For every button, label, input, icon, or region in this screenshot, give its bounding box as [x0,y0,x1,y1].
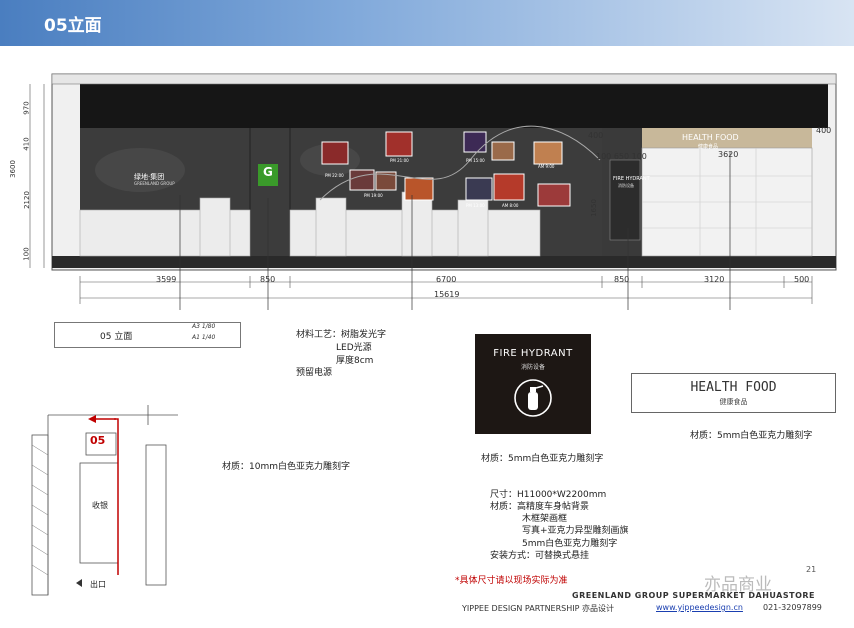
pm-label: PM 19:00 [364,193,383,198]
health-food-sub: 健康食品 [719,398,748,406]
fire-small: FIRE HYDRANT [613,176,650,182]
plan-exit: 出口 [90,580,106,589]
dim-850b: 850 [614,275,630,284]
spec-6: 安装方式：可替换式悬挂 [490,551,590,561]
dim-850a: 850 [260,275,276,284]
dim-total-height: 3600 [8,160,17,178]
health-food-title: HEALTH FOOD [690,380,777,395]
plan-label-05: 05 [90,434,106,447]
footer-line1: GREENLAND GROUP SUPERMARKET DAHUASTORE [572,591,816,600]
fire-small-sub: 消防设备 [618,183,634,188]
title-block-label: 05 立面 [100,332,133,342]
scale-a1: A1 1/40 [192,334,216,341]
material-process-3: 厚度8cm [336,356,374,366]
fire-hydrant-sub: 消防设备 [520,364,545,371]
dim-6700: 6700 [436,275,457,284]
dim-400a: 400 [588,131,604,140]
elevation-drawing [29,73,837,310]
dim-410: 410 [22,137,31,151]
pm-label: AM 9:00 [538,164,555,169]
material-left: 材质：10mm白色亚克力雕刻字 [222,462,350,472]
material-health: 材质：5mm白色亚克力雕刻字 [690,431,813,441]
pm-label: PM 15:00 [466,158,485,163]
page-number: 21 [806,565,817,574]
health-food-band-sub: 健康食品 [698,144,719,150]
dim-400b: 400 [816,126,832,135]
dim-100: 100 [22,247,31,261]
header-bar [0,0,854,46]
page-title: 05立面 [44,16,102,36]
material-process-4: 预留电源 [296,368,333,378]
scale-a3: A3 1/80 [192,323,216,330]
dim-3599: 3599 [156,275,177,284]
fire-hydrant-sign: FIRE HYDRANT 消防设备 [475,334,591,434]
pm-label: PM 13:00 [466,203,485,208]
material-process-1: 材料工艺：树脂发光字 [296,330,387,340]
dim-970: 970 [22,101,31,115]
dim-2120: 2120 [22,191,31,209]
dim-500: 500 [794,275,810,284]
dim-total-width: 15619 [434,290,460,299]
dim-3120: 3120 [704,275,725,284]
brand-sub: GREENLAND GROUP [134,181,175,186]
footer-url-link[interactable]: www.yippeedesign.cn [656,603,743,612]
pm-label: PM 22:00 [325,173,344,178]
health-food-sign: HEALTH FOOD 健康食品 [631,373,836,413]
fire-extinguisher-icon [514,379,552,417]
plan-cashier: 收银 [92,501,108,510]
footer-prefix: YIPPEE DESIGN PARTNERSHIP 亦品设计 [462,604,614,613]
spec-4: 写真+亚克力异型雕刻画旗 [522,526,629,536]
dim-1650: 1650 [589,199,598,217]
red-note: *具体尺寸请以现场实际为准 [455,576,568,586]
g-logo: G [263,165,273,179]
health-food-band: HEALTH FOOD [682,133,739,142]
pm-label: PM 21:00 [390,158,409,163]
material-fire: 材质：5mm白色亚克力雕刻字 [481,454,604,464]
fire-hydrant-title: FIRE HYDRANT [493,348,573,359]
pm-label: AM 8:00 [502,203,519,208]
dim-3620: 3620 [718,150,739,159]
material-process-2: LED光源 [336,343,372,353]
dim-100-650-100: 100 650 100 [596,152,647,161]
footer-phone: 021-32097899 [763,603,822,612]
